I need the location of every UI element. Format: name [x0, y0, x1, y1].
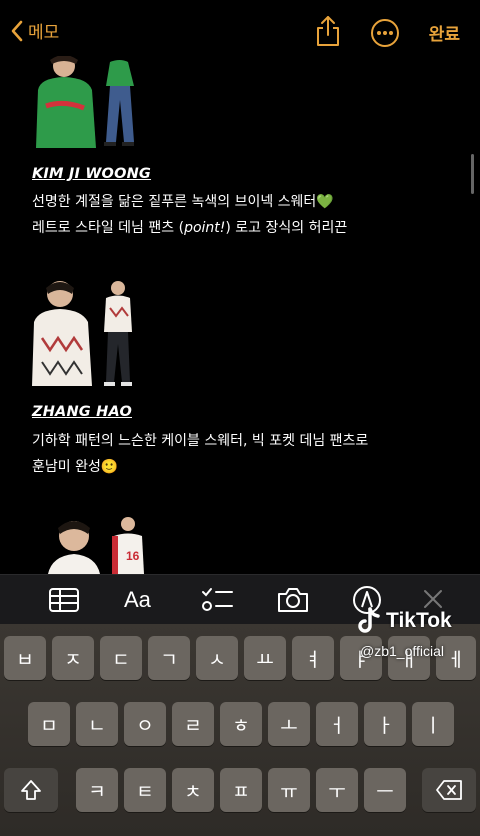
key-j[interactable]: ㅈ — [52, 636, 94, 680]
photo-zhang-hao — [32, 281, 132, 386]
entry-2-line-1: 기하학 패턴의 느슨한 케이블 스웨터, 빅 포켓 데님 팬츠로 — [32, 433, 369, 449]
text-format-icon[interactable]: Aa — [124, 587, 151, 613]
done-button[interactable]: 완료 — [429, 20, 460, 45]
tiktok-watermark: TikTok — [356, 607, 452, 635]
key-yu[interactable]: ㅠ — [268, 768, 310, 812]
photo-kim-ji-woong — [36, 56, 134, 148]
key-ch[interactable]: ㅊ — [172, 768, 214, 812]
key-h[interactable]: ㅎ — [220, 702, 262, 746]
photo-third-member: 16 — [48, 517, 144, 574]
more-icon[interactable] — [370, 18, 400, 48]
shift-key[interactable] — [4, 768, 58, 812]
key-s[interactable]: ㅅ — [196, 636, 238, 680]
key-t[interactable]: ㅌ — [124, 768, 166, 812]
entry-1-line-2-em: point! — [184, 220, 226, 236]
back-button[interactable]: 메모 — [10, 18, 59, 43]
tiktok-brand: TikTok — [386, 609, 452, 632]
chevron-left-icon — [11, 20, 23, 41]
key-k[interactable]: ㅋ — [76, 768, 118, 812]
scrollbar[interactable] — [471, 154, 474, 194]
entry-1-line-2-post: ) 로고 장식의 허리끈 — [225, 220, 348, 236]
entry-2-line-2: 훈남미 완성🙂 — [32, 459, 119, 475]
jersey-number: 16 — [126, 549, 140, 563]
entry-2-name: ZHANG HAO — [32, 404, 132, 420]
key-eu[interactable]: ㅡ — [364, 768, 406, 812]
shift-icon — [21, 780, 41, 800]
key-p[interactable]: ㅍ — [220, 768, 262, 812]
share-icon[interactable] — [314, 14, 342, 48]
checklist-icon[interactable] — [200, 585, 234, 615]
delete-key[interactable] — [422, 768, 476, 812]
key-o[interactable]: ㅗ — [268, 702, 310, 746]
key-d[interactable]: ㄷ — [100, 636, 142, 680]
note-body[interactable]: KIM JI WOONG 선명한 계절을 닮은 짙푸른 녹색의 브이넥 스웨터💚… — [0, 56, 480, 574]
key-i[interactable]: ㅣ — [412, 702, 454, 746]
entry-1-name: KIM JI WOONG — [32, 166, 152, 182]
key-r[interactable]: ㄹ — [172, 702, 214, 746]
tiktok-logo-icon — [358, 607, 380, 633]
key-yo[interactable]: ㅛ — [244, 636, 286, 680]
key-ng[interactable]: ㅇ — [124, 702, 166, 746]
entry-1-line-2: 레트로 스타일 데님 팬츠 (point!) 로고 장식의 허리끈 — [32, 217, 347, 237]
key-yeo[interactable]: ㅕ — [292, 636, 334, 680]
nav-bar: 메모 완료 — [0, 0, 480, 64]
table-icon[interactable] — [48, 585, 80, 615]
key-eo[interactable]: ㅓ — [316, 702, 358, 746]
key-a[interactable]: ㅏ — [364, 702, 406, 746]
back-label: 메모 — [28, 23, 60, 43]
key-u[interactable]: ㅜ — [316, 768, 358, 812]
camera-icon[interactable] — [276, 585, 310, 615]
entry-1-line-1: 선명한 계절을 닮은 짙푸른 녹색의 브이넥 스웨터💚 — [32, 194, 334, 210]
backspace-icon — [436, 780, 462, 800]
key-m[interactable]: ㅁ — [28, 702, 70, 746]
key-g[interactable]: ㄱ — [148, 636, 190, 680]
tiktok-handle: @zb1_official — [360, 643, 444, 659]
key-n[interactable]: ㄴ — [76, 702, 118, 746]
entry-1-line-2-pre: 레트로 스타일 데님 팬츠 ( — [32, 220, 185, 236]
key-b[interactable]: ㅂ — [4, 636, 46, 680]
